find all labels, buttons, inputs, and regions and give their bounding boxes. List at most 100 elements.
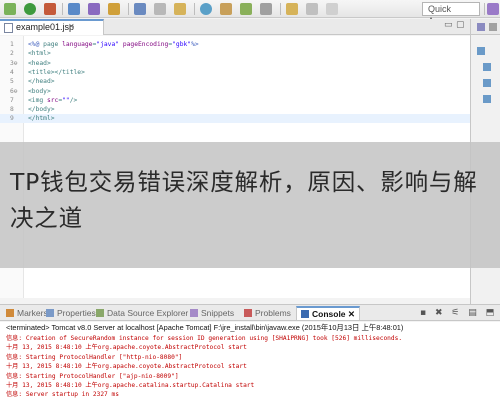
code-token: "java"	[96, 41, 120, 48]
console-status: <terminated> Tomcat v8.0 Server at local…	[6, 323, 404, 332]
console-line: 信息: Starting ProtocolHandler ["ajp-nio-8…	[6, 372, 179, 380]
outline-item-icon[interactable]	[483, 63, 491, 71]
tab-markers[interactable]: Markers	[6, 307, 48, 319]
line-number: 9	[10, 115, 14, 123]
code-line[interactable]: 4 <title></title>	[0, 68, 470, 77]
tab-properties[interactable]: Properties	[46, 307, 96, 319]
console-icon	[301, 310, 309, 318]
annotation-icon[interactable]	[154, 3, 166, 15]
tab-snippets[interactable]: Snippets	[190, 307, 234, 319]
code-token: </body>	[28, 106, 55, 114]
code-line[interactable]: 1 <%@ page language="java" pageEncoding="…	[0, 40, 470, 49]
external-tools-icon[interactable]	[44, 3, 56, 15]
code-line[interactable]: 8 </body>	[0, 105, 470, 114]
line-number: 6⊖	[10, 87, 18, 95]
globe-icon[interactable]	[200, 3, 212, 15]
outline-item-icon[interactable]	[483, 95, 491, 103]
article-title-overlay: TP钱包交易错误深度解析，原因、影响与解决之道	[0, 142, 500, 268]
tab-problems[interactable]: Problems	[244, 307, 291, 319]
outline-icon[interactable]	[477, 23, 485, 31]
tab-console[interactable]: Console ✕	[296, 306, 361, 320]
view-tab-label: Data Source Explorer	[107, 308, 189, 318]
code-token: language	[62, 41, 93, 48]
close-icon[interactable]: ✕	[68, 22, 75, 31]
console-line: 十月 13, 2015 8:48:10 上午org.apache.coyote.…	[6, 363, 247, 371]
search-icon[interactable]	[134, 3, 146, 15]
code-line[interactable]: 7 <img src=""/>	[0, 96, 470, 105]
console-line: 十月 13, 2015 8:48:10 上午org.apache.coyote.…	[6, 344, 247, 352]
code-line[interactable]: 6⊖ <body>	[0, 87, 470, 96]
properties-icon	[46, 309, 54, 317]
console-view[interactable]: <terminated> Tomcat v8.0 Server at local…	[0, 322, 500, 408]
code-token: <body>	[28, 87, 51, 95]
line-number: 1	[10, 41, 14, 48]
code-token: </head>	[28, 78, 55, 86]
view-tab-label: Properties	[57, 308, 96, 318]
code-token: <head>	[28, 59, 51, 67]
new-server-icon[interactable]	[68, 3, 80, 15]
console-line: 十月 13, 2015 8:48:10 上午org.apache.catalin…	[6, 382, 255, 389]
views-tab-bar: Markers Properties Data Source Explorer Sni…	[0, 304, 500, 321]
code-token: <title></title>	[28, 68, 85, 76]
view-tab-label: Snippets	[201, 308, 235, 318]
view-tab-label: Console ✕	[312, 309, 356, 319]
tab-data[interactable]: Data Source Explorer	[96, 307, 188, 319]
code-token: />	[69, 96, 78, 104]
outline-item-icon[interactable]	[483, 79, 491, 87]
code-text: <body>	[28, 87, 51, 96]
code-text: </head>	[28, 77, 55, 86]
tab-example01-jsp[interactable]: example01.jsp ✕	[0, 19, 104, 35]
code-text: </html>	[28, 114, 55, 123]
code-line[interactable]: 2 <html>	[0, 49, 470, 58]
debug-icon[interactable]	[4, 3, 16, 15]
console-line: 信息: Starting ProtocolHandler ["http-nio-…	[6, 353, 183, 361]
code-token: %>	[191, 41, 199, 48]
outline-tab-bar	[471, 19, 500, 35]
line-number: 8	[10, 106, 14, 114]
code-text: <html>	[28, 49, 51, 58]
quick-access-field[interactable]: Quick Access	[422, 2, 480, 26]
code-text: </body>	[28, 105, 55, 114]
minimize-icon[interactable]: ▭	[444, 20, 453, 30]
console-toolbar-icons[interactable]: ▪ ✖ ⚟ ▤ ⬒	[420, 308, 497, 318]
toolbar-separator	[484, 3, 485, 15]
line-number: 3⊖	[10, 59, 18, 67]
code-token: page	[43, 41, 63, 48]
edit-icon[interactable]	[220, 3, 232, 15]
maximize-icon[interactable]: ▢	[456, 20, 465, 30]
code-line[interactable]: 3⊖ <head>	[0, 59, 470, 68]
code-token: <img	[28, 96, 47, 104]
code-token: pageEncoding	[122, 41, 169, 48]
menu-icon[interactable]	[326, 3, 338, 15]
open-type-icon[interactable]	[108, 3, 120, 15]
new-project-icon[interactable]	[88, 3, 100, 15]
line-number: 2	[10, 50, 14, 58]
code-token: <html>	[28, 50, 51, 58]
markers-icon	[6, 309, 14, 317]
toolbar-separator	[280, 3, 281, 15]
outline-item-icon[interactable]	[477, 47, 485, 55]
editor-tab-bar: example01.jsp ✕ ▭ ▢	[0, 19, 470, 35]
code-text: <img src=""/>	[28, 96, 77, 105]
pin-icon[interactable]	[174, 3, 186, 15]
problems-icon	[244, 309, 252, 317]
toolbar-separator	[62, 3, 63, 15]
back-icon[interactable]	[286, 3, 298, 15]
article-title: TP钱包交易错误深度解析，原因、影响与解决之道	[10, 168, 478, 232]
outline-tab-icon[interactable]	[489, 23, 497, 31]
next-annotation-icon[interactable]	[260, 3, 272, 15]
run-icon[interactable]	[24, 3, 36, 15]
code-token: ""	[62, 96, 70, 104]
code-text: <title></title>	[28, 68, 85, 77]
forward-icon[interactable]	[306, 3, 318, 15]
line-number: 4	[10, 68, 14, 76]
task-icon[interactable]	[240, 3, 252, 15]
line-number: 7	[10, 96, 14, 104]
code-line[interactable]: 5 </head>	[0, 77, 470, 86]
snippets-icon	[190, 309, 198, 317]
perspective-icon[interactable]	[487, 3, 499, 15]
toolbar-separator	[128, 3, 129, 15]
line-number: 5	[10, 78, 14, 86]
code-token: src	[46, 96, 59, 104]
code-line[interactable]: 9 </html>	[0, 114, 470, 124]
